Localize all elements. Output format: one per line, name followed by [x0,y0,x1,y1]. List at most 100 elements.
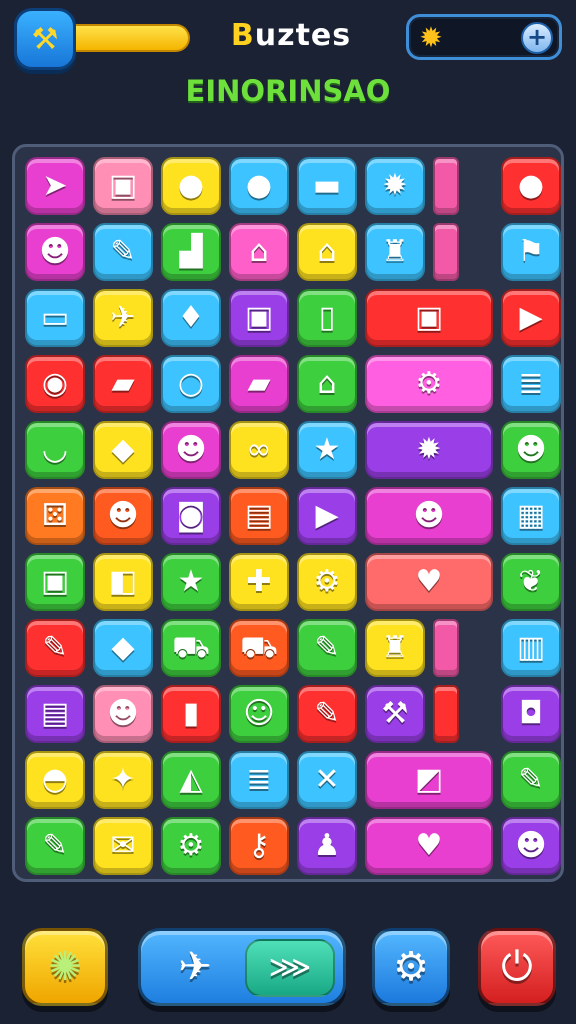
booster-pill-button[interactable]: ✈ ⋙ [138,928,346,1006]
tile-r5-red-smiley[interactable]: ☻ [501,421,561,479]
tile-r10-green-dragon[interactable]: ✦ [93,751,153,809]
pencil-icon: ▬ [312,168,342,203]
tile-r9-red-bar[interactable] [433,685,459,743]
airplane-booster[interactable]: ✈ [141,931,249,1003]
tile-r2-house-roof[interactable]: ⌂ [229,223,289,281]
tile-r9-shopping-bag[interactable]: ◘ [501,685,561,743]
tile-r2-shrine[interactable]: ⌂ [297,223,357,281]
airplane-icon: ✈ [178,944,212,990]
tile-r11-bell[interactable]: ♟ [297,817,357,875]
tile-r2-green-castle[interactable]: ♜ [365,223,425,281]
tile-r2-pink-bar[interactable] [433,223,459,281]
red-smiley-icon: ☻ [515,432,547,467]
tile-r5-gem[interactable]: ◆ [93,421,153,479]
tile-r6-lion-face[interactable]: ☻ [93,487,153,545]
tile-r10-brush[interactable]: ✎ [501,751,561,809]
tile-r7-green-cube[interactable]: ◧ [93,553,153,611]
tile-r3-picture-frame[interactable]: ▣ [229,289,289,347]
tile-r1-pencil[interactable]: ▬ [297,157,357,215]
tile-r2-smiley-block[interactable]: ☻ [25,223,85,281]
add-coins-button[interactable]: + [521,22,553,54]
tile-r7-picture[interactable]: ▣ [25,553,85,611]
tile-r6-crate[interactable]: ▤ [229,487,289,545]
tile-r6-cup[interactable]: ◙ [161,487,221,545]
tile-r2-paintbrush[interactable]: ✎ [93,223,153,281]
tile-r1-paper-plane[interactable]: ➤ [25,157,85,215]
cookie-face-icon: ☻ [413,498,445,533]
tile-r1-sun[interactable]: ✹ [365,157,425,215]
ring-icon: ○ [177,366,205,401]
tile-r6-cookie-face[interactable]: ☻ [365,487,493,545]
tile-r6-play-triangle[interactable]: ▶ [297,487,357,545]
tile-r6-dice[interactable]: ⚄ [25,487,85,545]
tile-r8-purple-crayon[interactable]: ✎ [297,619,357,677]
tile-r9-toolbox[interactable]: ▤ [25,685,85,743]
tile-r1-green-slime[interactable]: ● [161,157,221,215]
tile-r8-car[interactable]: ⛟ [229,619,289,677]
tile-r1-strawberry[interactable]: ● [229,157,289,215]
tile-r2-flag[interactable]: ⚑ [501,223,561,281]
tile-r3-robot[interactable]: ▣ [365,289,493,347]
tile-r11-gear[interactable]: ⚙ [161,817,221,875]
tile-r1-lollipop[interactable]: ● [501,157,561,215]
tile-r7-bone[interactable]: ✚ [229,553,289,611]
tile-r8-bell[interactable]: ♜ [365,619,425,677]
tile-r3-door[interactable]: ▯ [297,289,357,347]
tile-r5-chain[interactable]: ∞ [229,421,289,479]
tile-r7-leaf[interactable]: ❦ [501,553,561,611]
tile-r11-red-pencil[interactable]: ✎ [25,817,85,875]
heart-icon: ♥ [415,564,443,599]
tile-r9-smiley[interactable]: ☺ [229,685,289,743]
tile-r10-cheese[interactable]: ◭ [161,751,221,809]
tile-r1-pink-bar[interactable] [433,157,459,215]
tile-r5-bowl[interactable]: ◡ [25,421,85,479]
tile-r4-ring[interactable]: ○ [161,355,221,413]
tile-r3-yellow-card[interactable]: ▭ [25,289,85,347]
tile-r3-play-triangle[interactable]: ▶ [501,289,561,347]
tile-r9-green-face[interactable]: ☻ [93,685,153,743]
shuffle-button[interactable]: ✺ [22,928,108,1006]
tile-r8-crayon[interactable]: ✎ [25,619,85,677]
crayon-icon: ✎ [42,630,68,665]
tile-r3-pink-lamp[interactable]: ♦ [161,289,221,347]
tile-r7-heart[interactable]: ♥ [365,553,493,611]
bell-icon: ♜ [381,630,409,665]
tile-r11-key[interactable]: ⚷ [229,817,289,875]
tile-r10-red-cap[interactable]: ◓ [25,751,85,809]
tile-r11-yellow-face[interactable]: ☻ [501,817,561,875]
settings-button[interactable]: ⚙ [372,928,450,1006]
tile-r4-red-ring[interactable]: ◉ [25,355,85,413]
tile-r11-envelope[interactable]: ✉ [93,817,153,875]
tile-r10-purple-note[interactable]: ≣ [229,751,289,809]
tile-r10-cross[interactable]: ✕ [297,751,357,809]
tile-r4-green-book[interactable]: ▰ [229,355,289,413]
tile-r6-waffle[interactable]: ▦ [501,487,561,545]
lion-face-icon: ☻ [107,498,139,533]
tile-r7-cog[interactable]: ⚙ [297,553,357,611]
tile-r5-red-monster[interactable]: ☻ [161,421,221,479]
tile-r9-purple-book[interactable]: ▮ [161,685,221,743]
tile-r4-gear[interactable]: ⚙ [365,355,493,413]
tile-r4-paper-stack[interactable]: ≣ [501,355,561,413]
fish-booster[interactable]: ⋙ [245,939,335,997]
tile-r3-rocket[interactable]: ✈ [93,289,153,347]
exit-button[interactable]: ⏻ [478,928,556,1006]
top-bar: ⚒ Buztes ✹ + EINORINSAO [0,0,576,130]
tile-r5-star[interactable]: ★ [297,421,357,479]
cheese-icon: ◭ [179,762,203,797]
tile-r8-building[interactable]: ▥ [501,619,561,677]
tile-r7-orange-star[interactable]: ★ [161,553,221,611]
tile-r9-crayon-yellow[interactable]: ✎ [297,685,357,743]
tile-r5-sun[interactable]: ✹ [365,421,493,479]
tile-r8-cart[interactable]: ⛟ [161,619,221,677]
tile-r2-stairs[interactable]: ▟ [161,223,221,281]
tile-r9-hammer[interactable]: ⚒ [365,685,425,743]
tile-r1-treasure-chest[interactable]: ▣ [93,157,153,215]
tile-r11-heart[interactable]: ♥ [365,817,493,875]
tile-r10-gift-box[interactable]: ◩ [365,751,493,809]
hammer-button[interactable]: ⚒ [14,8,76,70]
tile-r8-orange-box[interactable]: ◆ [93,619,153,677]
tile-r4-eraser[interactable]: ▰ [93,355,153,413]
tile-r8-pink-bar[interactable] [433,619,459,677]
tile-r4-house[interactable]: ⌂ [297,355,357,413]
